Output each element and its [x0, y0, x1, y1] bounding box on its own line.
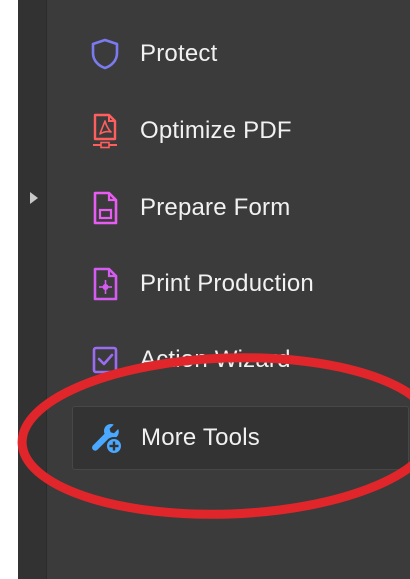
- tool-label: Protect: [140, 40, 218, 67]
- shield-icon: [88, 37, 122, 71]
- action-wizard-icon: [88, 343, 122, 377]
- tool-label: Print Production: [140, 270, 314, 297]
- tool-optimize-pdf[interactable]: Optimize PDF: [72, 101, 407, 161]
- print-production-icon: [88, 267, 122, 301]
- tools-pane: Protect Optimize PDF Prepare Form Print …: [0, 0, 410, 579]
- tool-print-production[interactable]: Print Production: [72, 254, 407, 314]
- tool-label: Optimize PDF: [140, 117, 292, 144]
- prepare-form-icon: [88, 191, 122, 225]
- collapse-rail: [18, 0, 47, 579]
- tools-list: Protect Optimize PDF Prepare Form Print …: [47, 0, 410, 579]
- chevron-right-icon: [30, 192, 38, 204]
- tool-label: Prepare Form: [140, 194, 291, 221]
- more-tools-icon: [89, 421, 123, 455]
- window-edge: [0, 0, 18, 579]
- tool-protect[interactable]: Protect: [72, 24, 407, 84]
- tool-label: Action Wizard: [140, 346, 291, 373]
- tool-action-wizard[interactable]: Action Wizard: [72, 330, 407, 390]
- tool-prepare-form[interactable]: Prepare Form: [72, 178, 407, 238]
- optimize-pdf-icon: [88, 113, 122, 149]
- expand-panel-button[interactable]: [24, 186, 44, 210]
- tool-more-tools[interactable]: More Tools: [72, 406, 409, 470]
- tool-label: More Tools: [141, 424, 260, 451]
